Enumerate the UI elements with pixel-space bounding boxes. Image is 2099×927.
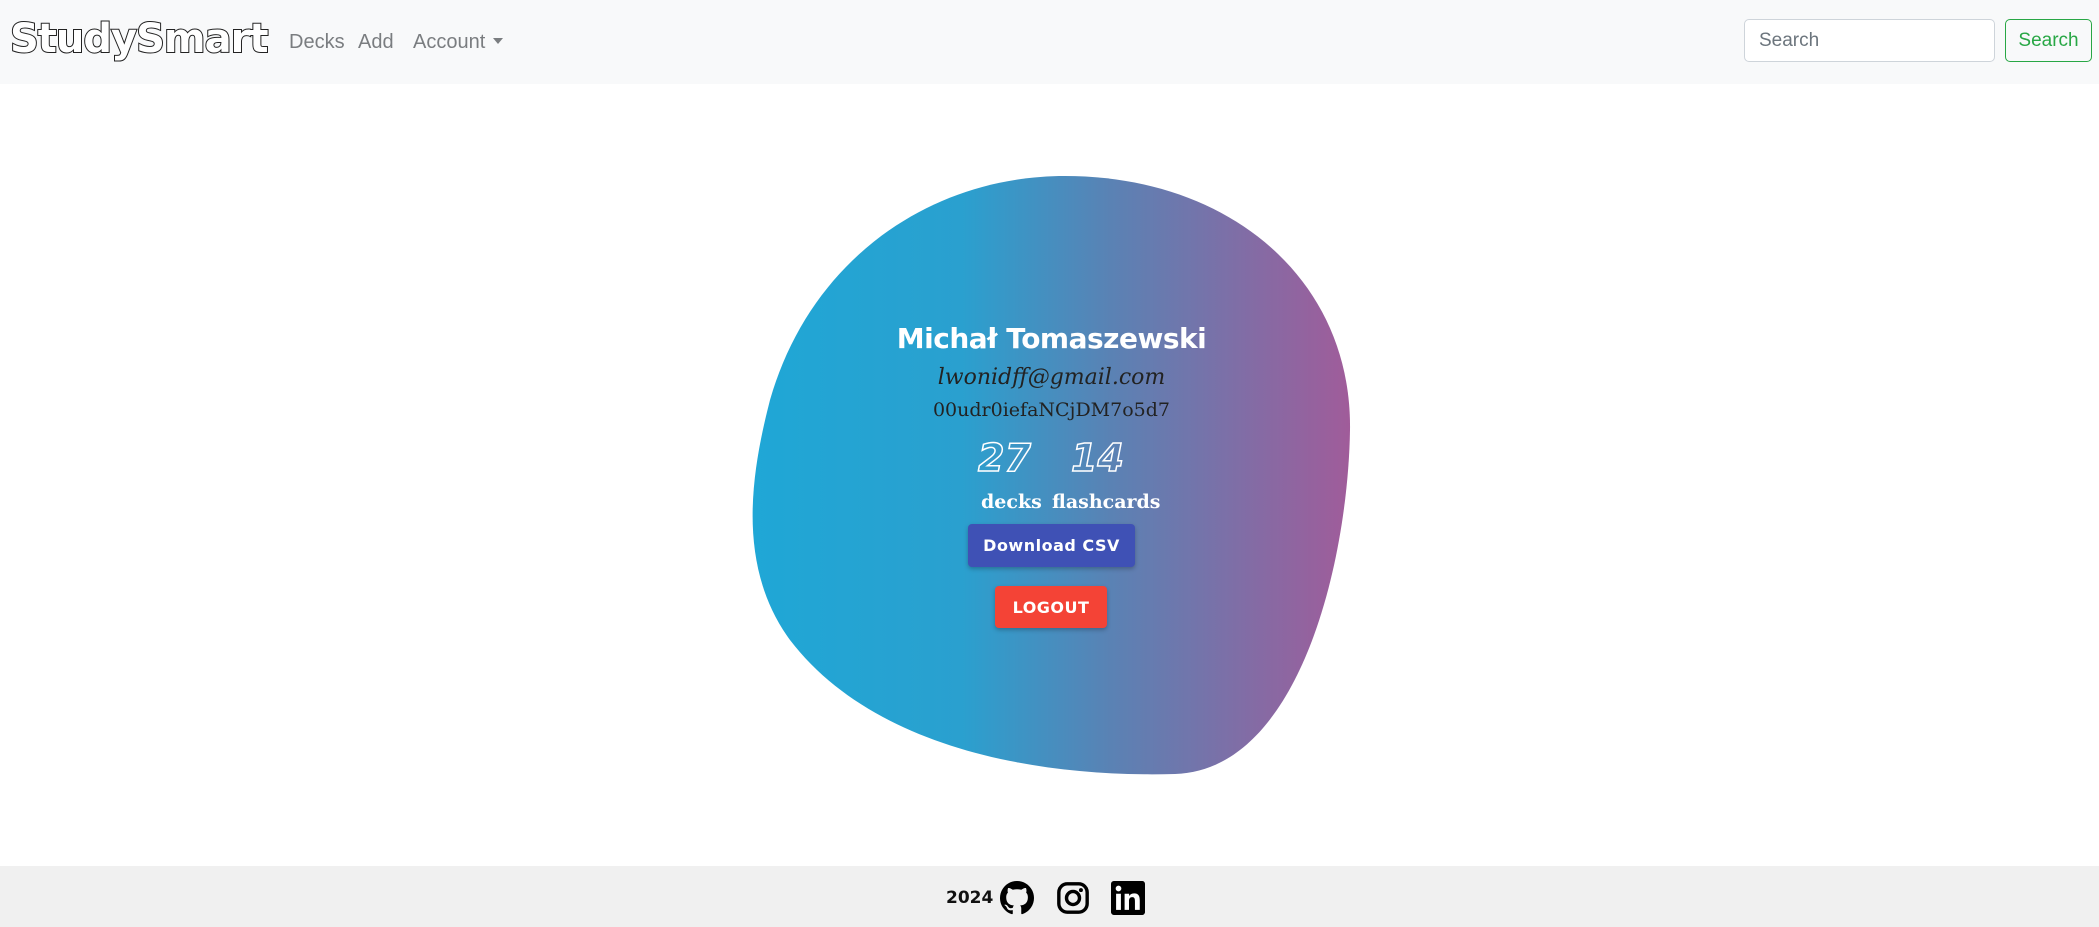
profile-name: Michał Tomaszewski: [896, 322, 1207, 355]
footer-year: 2024: [946, 888, 994, 908]
instagram-icon[interactable]: [1056, 881, 1090, 915]
linkedin-icon[interactable]: [1111, 881, 1145, 915]
flashcards-count: 14: [1070, 435, 1124, 481]
decks-count: 27: [977, 435, 1031, 481]
profile-user-id: 00udr0iefaNCjDM7o5d7: [932, 399, 1171, 421]
logout-button[interactable]: LOGOUT: [995, 586, 1107, 628]
decks-label: decks: [981, 491, 1042, 513]
footer: 2024: [0, 866, 2099, 927]
download-csv-button[interactable]: Download CSV: [968, 524, 1135, 567]
github-icon[interactable]: [1000, 881, 1034, 915]
profile-blob-background: [752, 176, 1351, 775]
flashcards-label: flashcards: [1052, 491, 1161, 513]
profile-email: lwonidff@gmail.com: [937, 365, 1166, 390]
